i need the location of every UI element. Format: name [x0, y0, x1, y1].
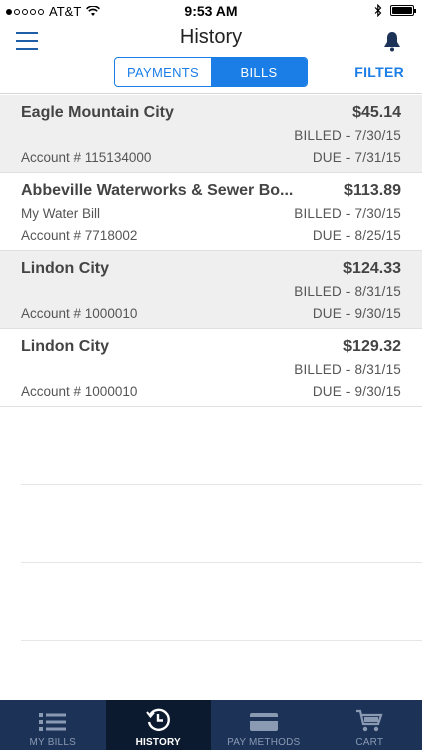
- biller-name: Lindon City: [21, 338, 109, 355]
- account-number: Account # 115134000: [21, 150, 152, 165]
- status-time: 9:53 AM: [184, 3, 238, 19]
- status-bar: AT&T 9:53 AM: [0, 0, 422, 22]
- account-number: Account # 7718002: [21, 228, 138, 243]
- account-number: Account # 1000010: [21, 384, 138, 399]
- bill-row[interactable]: Abbeville Waterworks & Sewer Bo... $113.…: [0, 173, 422, 251]
- bluetooth-icon: [374, 4, 382, 17]
- list-divider: [21, 484, 422, 485]
- billed-date: BILLED - 8/31/15: [294, 284, 401, 299]
- tab-pay-methods[interactable]: PAY METHODS: [211, 700, 317, 750]
- list-divider: [21, 562, 422, 563]
- biller-name: Eagle Mountain City: [21, 104, 174, 121]
- bill-amount: $45.14: [352, 104, 401, 121]
- tab-my-bills[interactable]: MY BILLS: [0, 700, 106, 750]
- tab-history[interactable]: HISTORY: [105, 700, 211, 750]
- status-right: [374, 4, 416, 17]
- due-date: DUE - 9/30/15: [312, 384, 401, 399]
- tab-label: MY BILLS: [29, 737, 76, 748]
- list-icon: [38, 713, 66, 731]
- due-date: DUE - 8/25/15: [312, 228, 401, 243]
- biller-name: Lindon City: [21, 260, 109, 277]
- tab-payments[interactable]: PAYMENTS: [115, 58, 211, 86]
- list-divider: [21, 640, 422, 641]
- billed-date: BILLED - 7/30/15: [294, 128, 401, 143]
- bill-row[interactable]: Lindon City $129.32 BILLED - 8/31/15 Acc…: [0, 329, 422, 407]
- bill-row[interactable]: Eagle Mountain City $45.14 BILLED - 7/30…: [0, 95, 422, 173]
- tab-label: CART: [355, 737, 384, 748]
- cart-icon: [356, 709, 383, 732]
- bottom-tab-bar: MY BILLS HISTORY PAY METHODS CART: [0, 700, 422, 750]
- tab-bills[interactable]: BILLS: [211, 58, 307, 86]
- due-date: DUE - 9/30/15: [312, 306, 401, 321]
- history-segmented-control: PAYMENTS BILLS: [114, 57, 308, 87]
- bill-amount: $124.33: [343, 260, 401, 277]
- tab-cart[interactable]: CART: [317, 700, 422, 750]
- billed-date: BILLED - 8/31/15: [294, 362, 401, 377]
- bill-amount: $113.89: [344, 182, 401, 199]
- header: History PAYMENTS BILLS FILTER: [0, 22, 422, 94]
- due-date: DUE - 7/31/15: [312, 150, 401, 165]
- account-number: Account # 1000010: [21, 306, 138, 321]
- tab-label: HISTORY: [135, 737, 181, 748]
- biller-name: Abbeville Waterworks & Sewer Bo...: [21, 182, 294, 199]
- bills-list: Eagle Mountain City $45.14 BILLED - 7/30…: [0, 95, 422, 407]
- credit-card-icon: [249, 713, 278, 731]
- filter-button[interactable]: FILTER: [354, 64, 404, 80]
- bill-row[interactable]: Lindon City $124.33 BILLED - 8/31/15 Acc…: [0, 251, 422, 329]
- bill-amount: $129.32: [343, 338, 401, 355]
- notifications-bell-icon[interactable]: [382, 30, 402, 57]
- page-title: History: [179, 26, 243, 48]
- tab-label: PAY METHODS: [227, 737, 301, 748]
- billed-date: BILLED - 7/30/15: [294, 206, 401, 221]
- battery-icon: [390, 5, 416, 16]
- history-clock-icon: [146, 708, 171, 731]
- bill-nickname: My Water Bill: [21, 206, 101, 221]
